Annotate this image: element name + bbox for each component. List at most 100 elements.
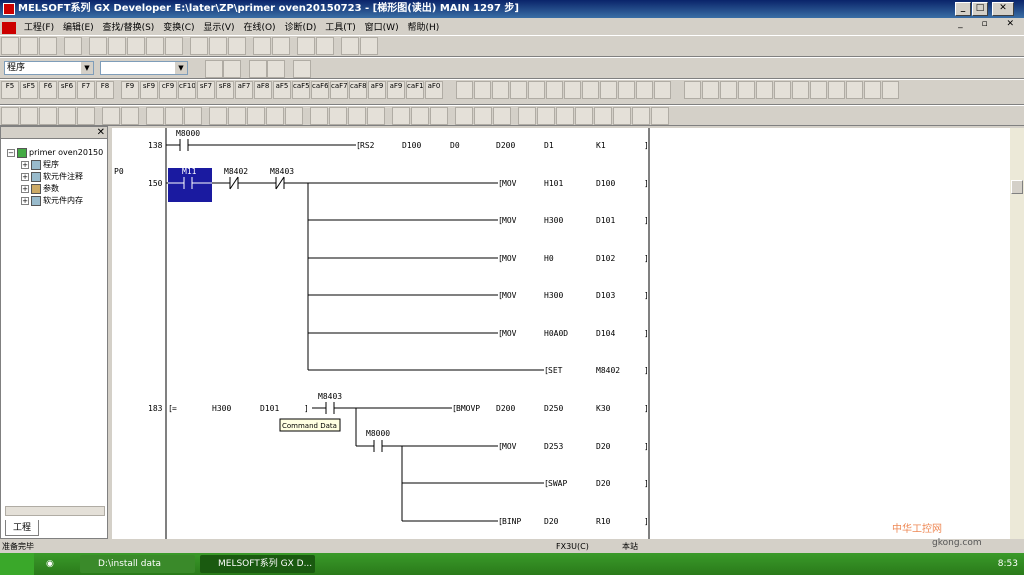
- taskbar-folder[interactable]: D:\install data: [80, 555, 195, 573]
- sfc-button[interactable]: [881, 81, 899, 99]
- sfc-button[interactable]: [635, 81, 653, 99]
- list-view-icon[interactable]: [223, 60, 241, 78]
- vline-button[interactable]: sF9: [140, 81, 158, 99]
- sfc-button[interactable]: [683, 81, 701, 99]
- hline-button[interactable]: F9: [121, 81, 139, 99]
- simulation-icon[interactable]: [455, 107, 473, 125]
- device-test-icon[interactable]: [341, 37, 359, 55]
- tag-icon[interactable]: [632, 107, 650, 125]
- view-icon[interactable]: [651, 107, 669, 125]
- monitor-icon[interactable]: [297, 37, 315, 55]
- contact-or-button[interactable]: sF5: [20, 81, 38, 99]
- register-monitor-icon[interactable]: [209, 107, 227, 125]
- zoom-out-icon[interactable]: [537, 107, 555, 125]
- contact-no-button[interactable]: F5: [1, 81, 19, 99]
- horizontal-scrollbar[interactable]: [5, 506, 105, 516]
- step-jump-icon[interactable]: [348, 107, 366, 125]
- sfc-button[interactable]: [827, 81, 845, 99]
- open-icon[interactable]: [20, 37, 38, 55]
- tree-item-device-memory[interactable]: + 软元件内存: [21, 195, 83, 207]
- contact-nc-or-button[interactable]: sF6: [58, 81, 76, 99]
- device-batch-icon[interactable]: [228, 107, 246, 125]
- find-instruction-icon[interactable]: [228, 37, 246, 55]
- ladder-editor[interactable]: 138 M8000 [ RS2 D100 D0 D200 D1 K1 ] P0 …: [112, 128, 1010, 539]
- sfc-button[interactable]: [773, 81, 791, 99]
- alias-icon[interactable]: [39, 107, 57, 125]
- comment-icon[interactable]: [249, 60, 267, 78]
- plc-diagnostics-icon[interactable]: [266, 107, 284, 125]
- tree-item-parameter[interactable]: + 参数: [21, 183, 59, 195]
- find-icon[interactable]: [190, 37, 208, 55]
- fall-nc-button[interactable]: caF5: [292, 81, 310, 99]
- read-plc-icon[interactable]: [272, 37, 290, 55]
- program-list-select[interactable]: ▼: [100, 61, 188, 75]
- line-delete-button[interactable]: aF0: [425, 81, 443, 99]
- convert-all-icon[interactable]: [430, 107, 448, 125]
- line-input-button[interactable]: caF10: [406, 81, 424, 99]
- batch-monitor-icon[interactable]: [184, 107, 202, 125]
- menu-help[interactable]: 帮助(H): [404, 18, 442, 35]
- rung-up-icon[interactable]: [556, 107, 574, 125]
- tree-root[interactable]: − primer oven20150: [7, 147, 103, 159]
- expand-icon[interactable]: +: [21, 172, 29, 181]
- expand-icon[interactable]: +: [21, 196, 29, 205]
- fall-nc-or-button[interactable]: caF7: [330, 81, 348, 99]
- statement-icon[interactable]: [267, 60, 285, 78]
- op-rise-button[interactable]: aF9: [368, 81, 386, 99]
- op-fall-button[interactable]: aF9: [387, 81, 405, 99]
- maximize-button[interactable]: □: [972, 2, 988, 16]
- sfc-button[interactable]: [617, 81, 635, 99]
- print-icon[interactable]: [64, 37, 82, 55]
- sfc-button[interactable]: [845, 81, 863, 99]
- sfc-button[interactable]: [491, 81, 509, 99]
- sfc-button[interactable]: [581, 81, 599, 99]
- save-icon[interactable]: [39, 37, 57, 55]
- zoom-icon[interactable]: [360, 37, 378, 55]
- macro-icon[interactable]: [58, 107, 76, 125]
- tree-item-comment[interactable]: + 软元件注释: [21, 171, 83, 183]
- menu-find-replace[interactable]: 查找/替换(S): [100, 18, 158, 35]
- trace-icon[interactable]: [493, 107, 511, 125]
- menu-convert[interactable]: 变换(C): [160, 18, 197, 35]
- buffer-memory-icon[interactable]: [247, 107, 265, 125]
- cut-icon[interactable]: [89, 37, 107, 55]
- sfc-button[interactable]: [455, 81, 473, 99]
- monitor-mode-icon[interactable]: [146, 107, 164, 125]
- pin-icon[interactable]: [613, 107, 631, 125]
- vertical-scrollbar[interactable]: [1010, 128, 1024, 539]
- sfc-button[interactable]: [599, 81, 617, 99]
- menu-diagnostics[interactable]: 诊断(D): [281, 18, 319, 35]
- sfc-button[interactable]: [701, 81, 719, 99]
- menu-tools[interactable]: 工具(T): [322, 18, 359, 35]
- rise-or-button[interactable]: aF7: [235, 81, 253, 99]
- fall-contact-button[interactable]: sF8: [216, 81, 234, 99]
- quicklaunch-icon[interactable]: ◉: [40, 555, 70, 573]
- new-icon[interactable]: [1, 37, 19, 55]
- find-device-icon[interactable]: [209, 37, 227, 55]
- sfc-button[interactable]: [863, 81, 881, 99]
- sfc-button[interactable]: [563, 81, 581, 99]
- paste-icon[interactable]: [127, 37, 145, 55]
- write-plc-icon[interactable]: [253, 37, 271, 55]
- sfc-button[interactable]: [545, 81, 563, 99]
- copy-icon[interactable]: [108, 37, 126, 55]
- tab-project[interactable]: 工程: [5, 520, 39, 536]
- contact-nc-button[interactable]: F6: [39, 81, 57, 99]
- start-button[interactable]: [0, 553, 34, 575]
- network-icon[interactable]: [285, 107, 303, 125]
- redo-icon[interactable]: [165, 37, 183, 55]
- program-check-icon[interactable]: [392, 107, 410, 125]
- collapse-icon[interactable]: −: [7, 148, 15, 157]
- comment-view-icon[interactable]: [20, 107, 38, 125]
- menu-window[interactable]: 窗口(W): [362, 18, 402, 35]
- note-icon[interactable]: [293, 60, 311, 78]
- menu-view[interactable]: 显示(V): [200, 18, 237, 35]
- monitor-stop-icon[interactable]: [316, 37, 334, 55]
- delete-vline-button[interactable]: cF10: [178, 81, 196, 99]
- menu-online[interactable]: 在线(O): [240, 18, 278, 35]
- statement-view-icon[interactable]: [77, 107, 95, 125]
- sfc-button[interactable]: [719, 81, 737, 99]
- sfc-button[interactable]: [791, 81, 809, 99]
- cross-ref-icon[interactable]: [310, 107, 328, 125]
- rise-nc-button[interactable]: aF5: [273, 81, 291, 99]
